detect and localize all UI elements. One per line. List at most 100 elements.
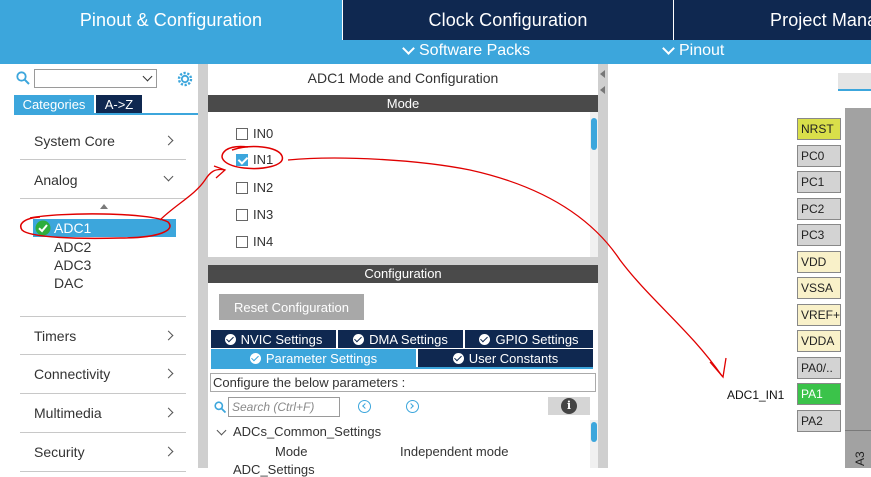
tab-parameter-settings[interactable]: Parameter Settings (211, 349, 416, 367)
pin-vssa[interactable]: VSSA (797, 277, 841, 299)
category-search-input[interactable] (34, 69, 157, 88)
configuration-header: Configuration (208, 265, 598, 283)
sidebar-subitem-adc1[interactable]: ADC1 (33, 219, 176, 237)
previous-match-icon[interactable] (358, 400, 371, 413)
sidebar-subitem-adc3[interactable]: ADC3 (54, 257, 91, 273)
pin-vdda[interactable]: VDDA (797, 330, 841, 352)
mode-header: Mode (208, 95, 598, 112)
checkbox[interactable] (236, 127, 248, 140)
tab-project-manager[interactable]: Project Manager (674, 0, 871, 40)
pin-pc0[interactable]: PC0 (797, 145, 841, 167)
parameter-search-input[interactable]: Search (Ctrl+F) (228, 397, 340, 417)
configure-instructions: Configure the below parameters : (210, 373, 596, 392)
sidebar-item-label: Timers (34, 327, 77, 344)
pinout-menu-label: Pinout (679, 42, 725, 59)
pin-pa1[interactable]: PA1 (797, 383, 841, 405)
sidebar-item-label: Connectivity (34, 366, 111, 382)
pin-vref-plus[interactable]: VREF+ (797, 304, 841, 326)
tab-gpio-settings[interactable]: GPIO Settings (465, 330, 593, 348)
channel-label: IN4 (253, 234, 274, 249)
software-packs-menu[interactable]: Software Packs (402, 42, 531, 60)
info-button[interactable]: i (548, 397, 590, 415)
checkbox[interactable] (236, 208, 248, 221)
sidebar-subitem-dac[interactable]: DAC (54, 275, 84, 291)
tab-label: User Constants (468, 350, 559, 366)
tab-underline (14, 113, 198, 115)
param-mode-label: Mode (275, 444, 308, 459)
pinout-menu[interactable]: Pinout (662, 42, 725, 60)
pin-pc1[interactable]: PC1 (797, 171, 841, 193)
tree-group-adc-settings[interactable]: ADC_Settings (233, 462, 315, 477)
sidebar-item-label: Multimedia (34, 405, 102, 421)
pin-signal-label: ADC1_IN1 (727, 388, 785, 402)
info-icon: i (561, 398, 577, 414)
pin-pc3[interactable]: PC3 (797, 224, 841, 246)
sidebar-item-connectivity[interactable]: Connectivity (20, 355, 186, 394)
sidebar-item-label: Security (34, 444, 85, 460)
mcu-chip-body (845, 108, 871, 468)
sidebar-subitem-adc2[interactable]: ADC2 (54, 239, 91, 255)
pin-nrst[interactable]: NRST (797, 118, 841, 140)
pin-vdd[interactable]: VDD (797, 251, 841, 273)
chevron-down-icon[interactable] (142, 71, 153, 82)
right-splitter[interactable] (598, 64, 608, 468)
tab-underline (211, 367, 593, 369)
channel-in4-checkbox[interactable]: IN4 (236, 234, 273, 249)
checkbox-checked[interactable] (236, 153, 248, 166)
tab-label: Parameter Settings (265, 350, 378, 366)
channel-in0-checkbox[interactable]: IN0 (236, 126, 273, 141)
tab-pinout-configuration[interactable]: Pinout & Configuration (0, 0, 342, 40)
tab-clock-configuration[interactable]: Clock Configuration (343, 0, 673, 40)
tab-label: NVIC Settings (240, 331, 323, 347)
next-match-icon[interactable] (406, 400, 419, 413)
chevron-right-icon (163, 446, 174, 457)
chip-view-tab[interactable] (838, 73, 871, 91)
checkbox[interactable] (236, 181, 248, 194)
tab-user-constants[interactable]: User Constants (418, 349, 593, 367)
gear-icon[interactable] (175, 69, 195, 89)
chevron-right-icon (163, 368, 174, 379)
pin-pa2[interactable]: PA2 (797, 410, 841, 432)
check-icon (452, 352, 464, 364)
collapse-arrow-icon[interactable] (100, 204, 108, 209)
reset-configuration-button[interactable]: Reset Configuration (219, 294, 364, 320)
sidebar-item-label: ADC1 (54, 220, 92, 236)
sidebar-item-analog[interactable]: Analog (20, 161, 186, 199)
mode-scroll-thumb[interactable] (591, 118, 597, 150)
panel-title: ADC1 Mode and Configuration (307, 70, 499, 86)
tab-categories[interactable]: Categories (14, 95, 94, 113)
sidebar-item-timers[interactable]: Timers (20, 316, 186, 355)
param-mode-value[interactable]: Independent mode (400, 444, 508, 459)
search-icon (16, 71, 30, 85)
software-packs-label: Software Packs (419, 42, 531, 59)
pin-pa0[interactable]: PA0/.. (797, 357, 841, 379)
sidebar-item-system-core[interactable]: System Core (20, 122, 186, 160)
chevron-down-icon (163, 171, 174, 182)
search-icon (214, 401, 226, 413)
tab-nvic-settings[interactable]: NVIC Settings (211, 330, 336, 348)
channel-label: IN3 (253, 207, 274, 222)
collapse-left-arrow-icon[interactable] (600, 70, 605, 78)
chevron-down-icon (662, 42, 675, 55)
channel-in2-checkbox[interactable]: IN2 (236, 180, 273, 195)
tab-a-to-z[interactable]: A->Z (96, 95, 142, 113)
pin-pc2[interactable]: PC2 (797, 198, 841, 220)
check-circle-icon (35, 220, 51, 236)
tab-label: GPIO Settings (495, 331, 579, 347)
channel-in3-checkbox[interactable]: IN3 (236, 207, 273, 222)
left-splitter[interactable] (198, 64, 208, 468)
collapse-left-arrow-icon[interactable] (600, 86, 605, 94)
tree-group-adcs-common[interactable]: ADCs_Common_Settings (233, 424, 381, 439)
check-icon (224, 333, 236, 345)
chevron-right-icon (163, 407, 174, 418)
check-icon (249, 352, 261, 364)
channel-in1-checkbox[interactable]: IN1 (236, 152, 273, 167)
checkbox[interactable] (236, 235, 248, 248)
channel-label: IN0 (253, 126, 274, 141)
sidebar-item-security[interactable]: Security (20, 433, 186, 472)
sidebar-item-multimedia[interactable]: Multimedia (20, 394, 186, 433)
check-icon (479, 333, 491, 345)
param-scroll-thumb[interactable] (591, 422, 597, 442)
tab-dma-settings[interactable]: DMA Settings (338, 330, 463, 348)
section-divider (208, 257, 598, 265)
